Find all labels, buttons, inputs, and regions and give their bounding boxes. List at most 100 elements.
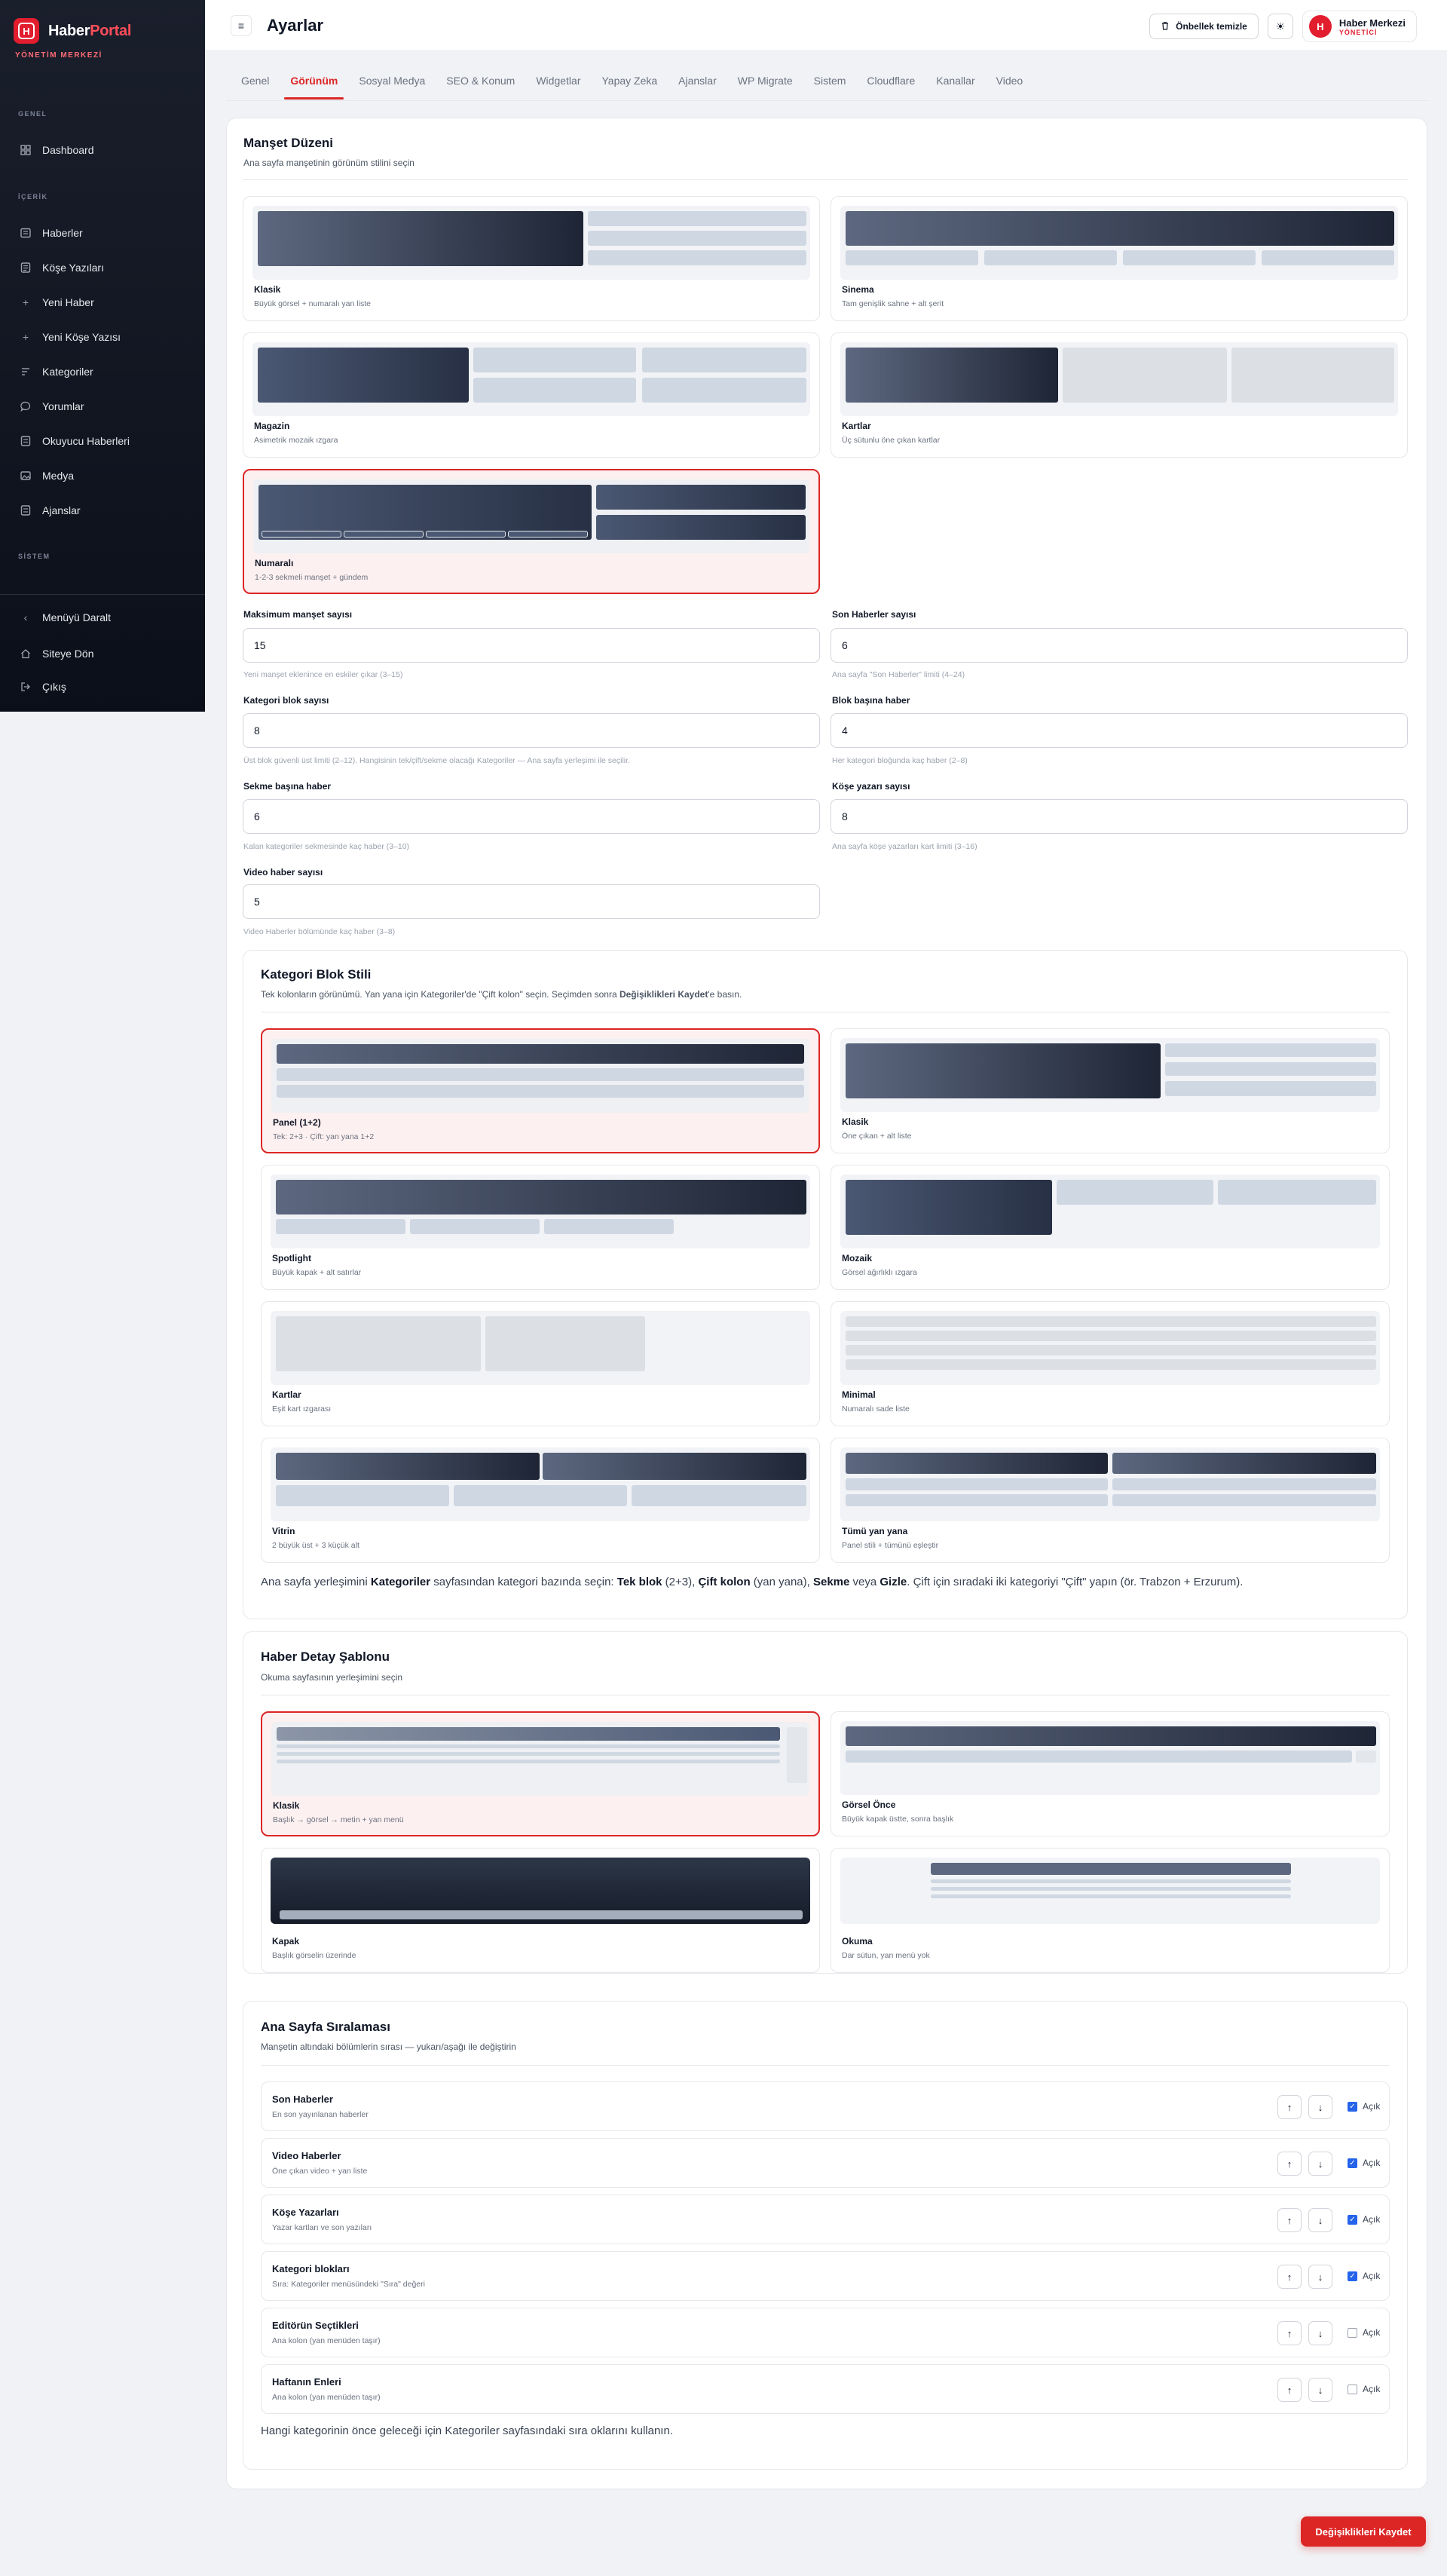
move-up-arrow-icon[interactable]: ↑ [1277,2265,1302,2289]
manset-option-sinema[interactable]: Sinema Tam genişlik sahne + alt şerit [831,196,1408,321]
move-down-arrow-icon[interactable]: ↓ [1308,2152,1332,2176]
tab-cloudflare[interactable]: Cloudflare [856,62,925,100]
collapse-menu-button[interactable]: ‹ Menüyü Daralt [0,602,205,633]
kategori-option-minimal[interactable]: Minimal Numaralı sade liste [831,1301,1390,1426]
row-title: Video Haberler [272,2150,341,2161]
tab-genel[interactable]: Genel [231,62,280,100]
tab-widgetlar[interactable]: Widgetlar [525,62,591,100]
option-name: Klasik [254,284,281,295]
user-menu[interactable]: H Haber Merkezi YÖNETİCİ [1302,11,1417,42]
sekme-basina-input[interactable]: 6 [243,799,820,834]
kategori-option-vitrin[interactable]: Vitrin 2 büyük üst + 3 küçük alt [261,1438,820,1563]
kategori-note: Ana sayfa yerleşimini Kategoriler sayfas… [261,1576,1244,1588]
checkbox-label: Açık [1363,2384,1381,2394]
tab-sosyal-medya[interactable]: Sosyal Medya [348,62,436,100]
clear-cache-button[interactable]: Önbellek temizle [1149,14,1259,39]
kategori-option-klasik[interactable]: Klasik Öne çıkan + alt liste [831,1028,1390,1153]
kategori-blok-input[interactable]: 8 [243,713,820,748]
topbar: ≡ Ayarlar Önbellek temizle ☀ H Haber Mer… [205,0,1447,51]
preview [840,1038,1380,1112]
detay-option-gorsel-once[interactable]: Görsel Önce Büyük kapak üstte, sonra baş… [831,1711,1390,1836]
sidebar-item-yeni-kose-yazisi[interactable]: + Yeni Köşe Yazısı [0,322,205,352]
row-title: Haftanın Enleri [272,2376,341,2388]
section-row-kategori-bloklari: Kategori blokları Sıra: Kategoriler menü… [261,2251,1390,2301]
sidebar-item-dashboard[interactable]: Dashboard [0,135,205,165]
enabled-checkbox[interactable]: ✓ [1348,2215,1357,2225]
detay-option-klasik[interactable]: Klasik Başlık → görsel → metin + yan men… [261,1711,820,1836]
back-to-site-link[interactable]: Siteye Dön [0,639,205,669]
option-name: Kartlar [842,421,871,431]
preview [271,1175,810,1248]
tab-seo-konum[interactable]: SEO & Konum [436,62,525,100]
tab-ajanslar[interactable]: Ajanslar [668,62,727,100]
move-down-arrow-icon[interactable]: ↓ [1308,2208,1332,2232]
row-title: Kategori blokları [272,2263,350,2274]
theme-toggle-sun-icon[interactable]: ☀ [1267,14,1293,39]
manset-option-magazin[interactable]: Magazin Asimetrik mozaik ızgara [243,332,820,458]
kategori-option-kartlar[interactable]: Kartlar Eşit kart ızgarası [261,1301,820,1426]
section-label-sistem: SİSTEM [18,553,50,560]
sidebar-item-okuyucu-haberleri[interactable]: Okuyucu Haberleri [0,426,205,456]
hamburger-menu-icon[interactable]: ≡ [231,14,252,36]
sidebar: H HaberPortal YÖNETİM MERKEZİ GENEL Dash… [0,0,205,712]
move-down-arrow-icon[interactable]: ↓ [1308,2321,1332,2345]
tab-video[interactable]: Video [986,62,1034,100]
sidebar-item-kose-yazilari[interactable]: Köşe Yazıları [0,253,205,283]
move-down-arrow-icon[interactable]: ↓ [1308,2095,1332,2119]
enabled-checkbox[interactable] [1348,2328,1357,2338]
detay-option-kapak[interactable]: Kapak Başlık görselin üzerinde [261,1848,820,1973]
enabled-checkbox[interactable] [1348,2385,1357,2394]
section-row-son-haberler: Son Haberler En son yayınlanan haberler … [261,2081,1390,2131]
sidebar-item-yorumlar[interactable]: Yorumlar [0,391,205,421]
video-haber-input[interactable]: 5 [243,884,820,919]
option-name: Numaralı [255,558,294,568]
move-up-arrow-icon[interactable]: ↑ [1277,2095,1302,2119]
save-changes-button[interactable]: Değişiklikleri Kaydet [1301,2516,1426,2547]
brand-logo-icon: H [14,18,39,44]
option-desc: Büyük kapak üstte, sonra başlık [842,1815,954,1824]
kategori-option-mozaik[interactable]: Mozaik Görsel ağırlıklı ızgara [831,1165,1390,1290]
tab-kanallar[interactable]: Kanallar [925,62,985,100]
sidebar-item-label: Yeni Köşe Yazısı [42,331,121,343]
tab-gorunum[interactable]: Görünüm [280,62,348,100]
checkbox-label: Açık [1363,2158,1381,2168]
blok-basina-input[interactable]: 4 [831,713,1408,748]
manset-option-klasik[interactable]: Klasik Büyük görsel + numaralı yan liste [243,196,820,321]
kategori-option-tumu-yan-yana[interactable]: Tümü yan yana Panel stili + tümünü eşleş… [831,1438,1390,1563]
sidebar-item-kategoriler[interactable]: Kategoriler [0,357,205,387]
preview [271,1311,810,1385]
logout-link[interactable]: Çıkış [0,672,205,702]
tab-wp-migrate[interactable]: WP Migrate [727,62,803,100]
move-up-arrow-icon[interactable]: ↑ [1277,2321,1302,2345]
sidebar-item-yeni-haber[interactable]: + Yeni Haber [0,287,205,317]
enabled-checkbox[interactable]: ✓ [1348,2158,1357,2168]
brand[interactable]: H HaberPortal [0,0,205,44]
tab-sistem[interactable]: Sistem [803,62,857,100]
preview [253,479,809,553]
detay-option-okuma[interactable]: Okuma Dar sütun, yan menü yok [831,1848,1390,1973]
section-row-haftanin-enleri: Haftanın Enleri Ana kolon (yan menüden t… [261,2364,1390,2414]
son-haberler-label: Son Haberler sayısı [832,609,916,620]
son-haberler-input[interactable]: 6 [831,628,1408,663]
kategori-option-spotlight[interactable]: Spotlight Büyük kapak + alt satırlar [261,1165,820,1290]
row-desc: Öne çıkan video + yan liste [272,2167,368,2176]
manset-option-kartlar[interactable]: Kartlar Üç sütunlu öne çıkan kartlar [831,332,1408,458]
dashboard-icon [20,144,32,156]
sidebar-item-medya[interactable]: Medya [0,461,205,491]
manset-option-numarali[interactable]: Numaralı 1-2-3 sekmeli manşet + gündem [243,469,820,594]
sidebar-item-ajanslar[interactable]: Ajanslar [0,495,205,525]
enabled-checkbox[interactable]: ✓ [1348,2271,1357,2281]
tab-yapay-zeka[interactable]: Yapay Zeka [591,62,668,100]
move-up-arrow-icon[interactable]: ↑ [1277,2208,1302,2232]
enabled-checkbox[interactable]: ✓ [1348,2102,1357,2112]
kose-yazari-input[interactable]: 8 [831,799,1408,834]
option-name: Mozaik [842,1253,873,1263]
move-up-arrow-icon[interactable]: ↑ [1277,2152,1302,2176]
move-down-arrow-icon[interactable]: ↓ [1308,2378,1332,2402]
kategori-option-panel[interactable]: Panel (1+2) Tek: 2+3 · Çift: yan yana 1+… [261,1028,820,1153]
move-up-arrow-icon[interactable]: ↑ [1277,2378,1302,2402]
sidebar-item-haberler[interactable]: Haberler [0,218,205,248]
max-manset-input[interactable]: 15 [243,628,820,663]
move-down-arrow-icon[interactable]: ↓ [1308,2265,1332,2289]
sidebar-item-label: Köşe Yazıları [42,262,104,274]
